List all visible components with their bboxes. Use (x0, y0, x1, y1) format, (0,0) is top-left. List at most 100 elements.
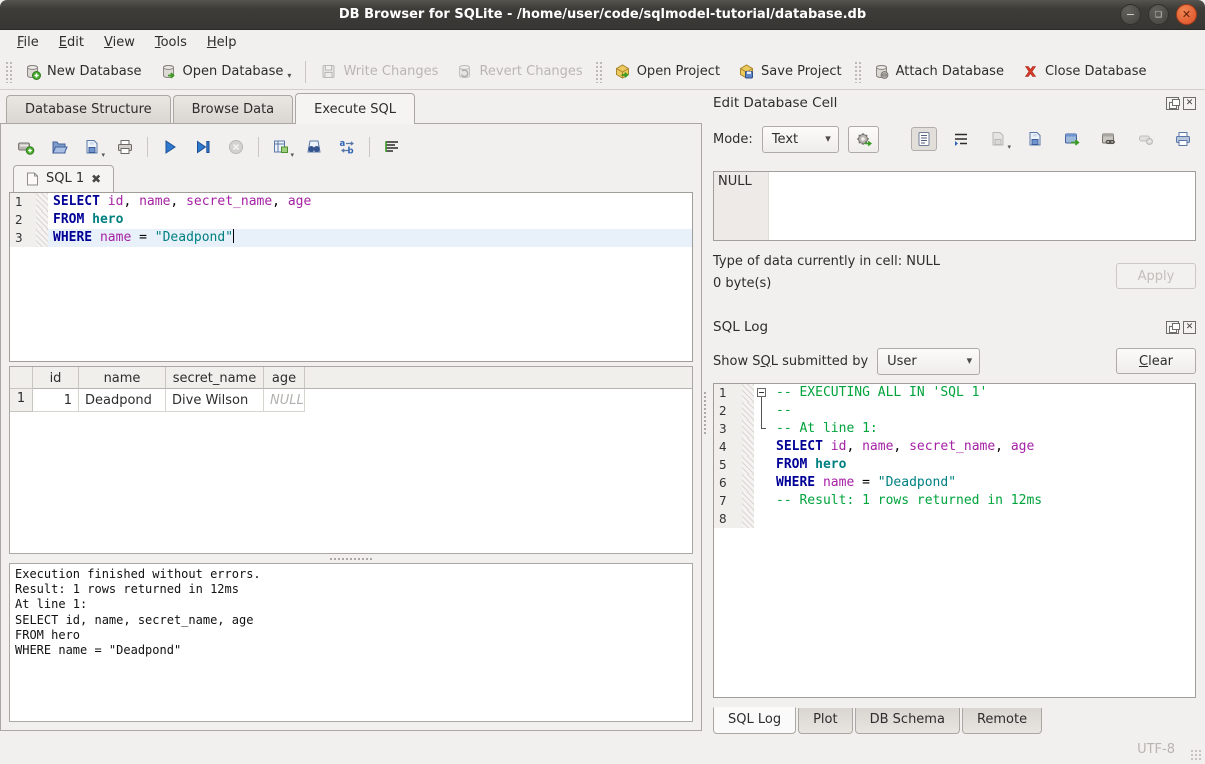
cell-editor-area[interactable] (769, 172, 1195, 240)
format-sql-button[interactable] (379, 135, 405, 159)
apply-button[interactable]: Apply (1116, 263, 1196, 289)
open-project-button[interactable]: Open Project (605, 59, 729, 84)
print-sql-button[interactable] (112, 135, 138, 159)
sql-file-icon (26, 172, 39, 186)
sql-tab-close-icon[interactable]: ✖ (91, 173, 101, 185)
open-tab-button[interactable] (13, 135, 39, 159)
dock-close-icon[interactable]: ✕ (1183, 97, 1196, 110)
code-line[interactable]: 2-- (714, 402, 1195, 420)
dock-float-icon[interactable] (1166, 97, 1179, 110)
results-grid[interactable]: idnamesecret_nameage11DeadpondDive Wilso… (9, 366, 693, 554)
execute-line-button[interactable] (190, 135, 216, 159)
import-file-button[interactable]: ▾ (985, 127, 1011, 151)
code-line[interactable]: 1SELECT id, name, secret_name, age (10, 193, 692, 211)
stop-execution-button[interactable] (223, 135, 249, 159)
code-line[interactable]: 3WHERE name = "Deadpond" (10, 229, 692, 247)
tab-execute-sql[interactable]: Execute SQL (295, 93, 415, 124)
line-number: 3 (10, 229, 36, 247)
horizontal-splitter[interactable] (9, 554, 693, 563)
code-line[interactable]: 8 (714, 510, 1195, 528)
new-database-button[interactable]: New Database (15, 59, 151, 84)
tab-plot[interactable]: Plot (798, 708, 853, 734)
table-cell[interactable]: Deadpond (79, 389, 166, 412)
clear-log-button[interactable]: Clear (1116, 348, 1196, 374)
fold-marker[interactable] (754, 384, 771, 402)
code-line[interactable]: 2FROM hero (10, 211, 692, 229)
code-line[interactable]: 5FROM hero (714, 456, 1195, 474)
word-wrap-button[interactable] (948, 127, 974, 151)
edit-cell-controls: Mode: Text ▾ (713, 125, 1196, 153)
menu-file[interactable]: File (8, 33, 48, 52)
maximize-button[interactable]: ❑ (1148, 4, 1169, 25)
close-button[interactable]: ✕ (1176, 4, 1197, 25)
attach-database-button[interactable]: Attach Database (864, 59, 1013, 84)
revert-changes-button[interactable]: Revert Changes (447, 59, 591, 84)
header-filler (305, 367, 692, 389)
column-header[interactable]: secret_name (166, 367, 264, 389)
save-project-button[interactable]: Save Project (729, 59, 851, 84)
column-header[interactable]: age (264, 367, 305, 389)
execute-all-button[interactable] (157, 135, 183, 159)
dock-float-icon[interactable] (1166, 321, 1179, 334)
tab-sql-log[interactable]: SQL Log (713, 707, 796, 734)
row-number[interactable]: 1 (10, 389, 33, 412)
sql-editor[interactable]: 1SELECT id, name, secret_name, age2FROM … (9, 192, 693, 362)
cell-editor-content: NULL (714, 172, 769, 240)
toolbar-drag-handle[interactable] (854, 61, 861, 83)
sql-file-tab[interactable]: SQL 1 ✖ (13, 165, 114, 192)
export-file-button[interactable] (1022, 127, 1048, 151)
save-sql-dropdown[interactable]: ▾ (101, 151, 105, 159)
write-changes-button[interactable]: Write Changes (311, 59, 447, 84)
mode-select[interactable]: Text (762, 126, 839, 153)
table-row[interactable]: 11DeadpondDive WilsonNULL (10, 389, 692, 412)
resize-grip[interactable] (1190, 749, 1202, 761)
auto-mode-button[interactable] (848, 126, 879, 153)
code-line[interactable]: 4SELECT id, name, secret_name, age (714, 438, 1195, 456)
table-cell[interactable]: Dive Wilson (166, 389, 264, 412)
menu-tools[interactable]: Tools (146, 33, 196, 52)
sql-log-filter-select[interactable]: User (877, 348, 980, 375)
tab-database-structure[interactable]: Database Structure (6, 95, 171, 124)
menu-view[interactable]: View (95, 33, 144, 52)
minimize-button[interactable]: − (1120, 4, 1141, 25)
code-line[interactable]: 3-- At line 1: (714, 420, 1195, 438)
column-header[interactable]: id (33, 367, 79, 389)
execution-message-box[interactable]: Execution finished without errors. Resul… (9, 563, 693, 722)
menu-edit[interactable]: Edit (50, 33, 93, 52)
fold-marker (754, 438, 771, 456)
table-cell[interactable]: 1 (33, 389, 79, 412)
set-null-button[interactable] (1133, 127, 1159, 151)
column-header[interactable]: name (79, 367, 166, 389)
menu-help[interactable]: Help (198, 33, 246, 52)
text-mode-button[interactable] (911, 127, 937, 151)
close-database-button[interactable]: Close Database (1013, 59, 1156, 84)
gear-icon (855, 131, 872, 148)
save-sql-file-button[interactable]: ▾ (79, 135, 105, 159)
tab-remote[interactable]: Remote (962, 708, 1042, 734)
titlebar[interactable]: DB Browser for SQLite - /home/user/code/… (0, 0, 1205, 30)
tab-db-schema[interactable]: DB Schema (855, 708, 960, 734)
print-cell-button[interactable] (1170, 127, 1196, 151)
external-app-button[interactable] (1059, 127, 1085, 151)
link-icon (1100, 130, 1118, 148)
tab-browse-data[interactable]: Browse Data (173, 95, 294, 124)
open-database-button[interactable]: Open Database ▾ (151, 59, 301, 84)
copy-link-button[interactable] (1096, 127, 1122, 151)
export-results-dropdown[interactable]: ▾ (290, 151, 294, 159)
find-replace-button[interactable]: ab (334, 135, 360, 159)
code-line[interactable]: 6WHERE name = "Deadpond" (714, 474, 1195, 492)
open-sql-file-button[interactable] (46, 135, 72, 159)
code-line[interactable]: 7-- Result: 1 rows returned in 12ms (714, 492, 1195, 510)
sql-log-view[interactable]: 1-- EXECUTING ALL IN 'SQL 1'2--3-- At li… (713, 383, 1196, 698)
code-text: -- EXECUTING ALL IN 'SQL 1' (771, 384, 1195, 402)
format-sql-icon (383, 138, 401, 156)
table-cell[interactable]: NULL (264, 389, 305, 412)
toolbar-drag-handle[interactable] (595, 61, 602, 83)
toolbar-drag-handle[interactable] (5, 61, 12, 83)
cell-editor[interactable]: NULL (713, 171, 1196, 241)
open-database-dropdown[interactable]: ▾ (287, 71, 291, 80)
export-results-button[interactable]: ▾ (268, 135, 294, 159)
dock-close-icon[interactable]: ✕ (1183, 321, 1196, 334)
code-line[interactable]: 1-- EXECUTING ALL IN 'SQL 1' (714, 384, 1195, 402)
find-button[interactable] (301, 135, 327, 159)
